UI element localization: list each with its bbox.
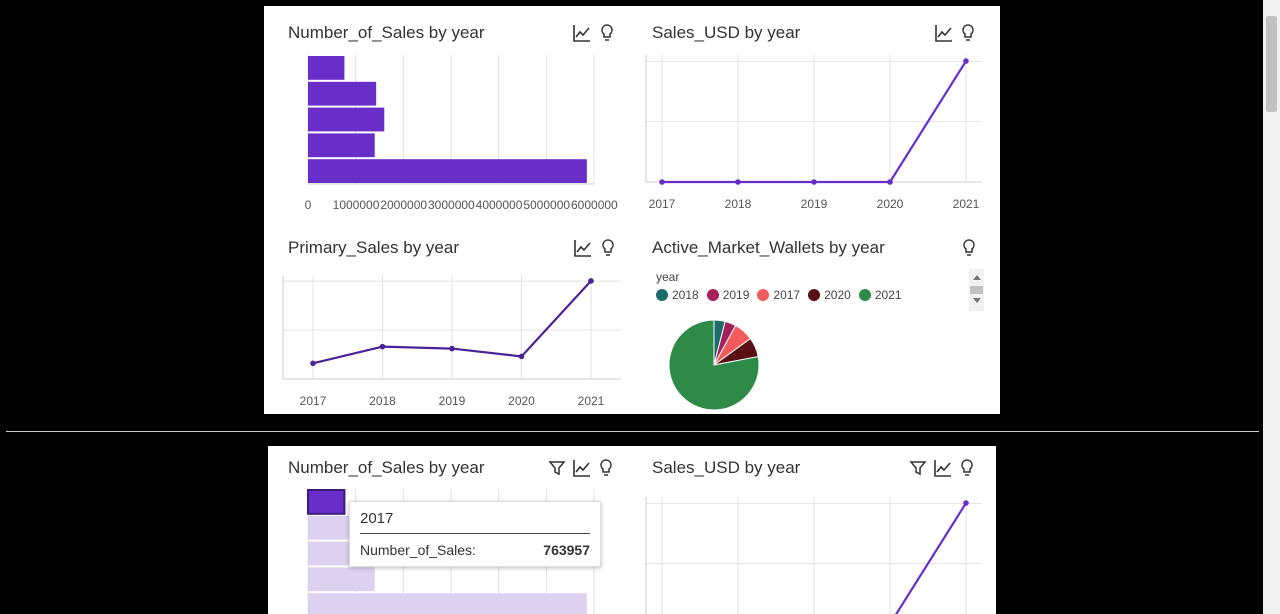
bar-2017	[307, 489, 346, 515]
data-point-2021	[588, 278, 594, 284]
bar-2019	[308, 107, 385, 132]
primary-sales-line-chart: 2017 2018 2019 2020 2021	[282, 276, 621, 408]
x-tick-label: 2019	[801, 197, 828, 211]
x-tick-label: 2018	[369, 394, 396, 408]
data-point-2020	[887, 179, 893, 185]
bar-2021	[308, 159, 587, 183]
x-tick-label: 2017	[649, 197, 676, 211]
data-point-2017	[659, 179, 665, 185]
tooltip-title: 2017	[360, 510, 590, 534]
page-scrollbar[interactable]	[1263, 0, 1280, 614]
x-tick-label: 0	[305, 198, 312, 212]
x-tick-label: 2021	[578, 394, 605, 408]
x-tick-label: 6000000	[571, 198, 618, 212]
x-tick-label: 2020	[508, 394, 535, 408]
x-tick-label: 2020	[877, 197, 904, 211]
data-point-2019	[449, 345, 455, 352]
number-of-sales-bar-chart: 0 1000000 2000000 3000000 4000000 5000000 6000…	[305, 55, 618, 212]
x-tick-label: 5000000	[523, 198, 570, 212]
data-point-2017	[310, 360, 316, 367]
data-point-2019	[811, 179, 817, 185]
tooltip-value: 763957	[543, 542, 590, 558]
tooltip-label: Number_of_Sales:	[360, 542, 476, 558]
bar-2020	[308, 567, 375, 592]
bar-2020	[308, 133, 375, 158]
data-point-2020	[518, 353, 525, 360]
bar-2018	[308, 81, 377, 106]
x-tick-label: 1000000	[333, 198, 380, 212]
x-tick-label: 2018	[725, 197, 752, 211]
bar-2021	[308, 593, 587, 614]
dashboard-panel-top: Number_of_Sales by year 0 1000000 2000000 3…	[264, 6, 1000, 414]
page-scrollbar-thumb[interactable]	[1266, 16, 1277, 112]
bar-tooltip: 2017 Number_of_Sales: 763957	[349, 501, 601, 567]
sales-usd-line-chart-bottom	[645, 497, 982, 614]
bar-2017	[308, 56, 345, 80]
x-tick-label: 4000000	[476, 198, 523, 212]
x-tick-label: 2021	[953, 197, 980, 211]
data-point-2018	[379, 343, 386, 350]
x-tick-label: 2019	[439, 394, 466, 408]
x-tick-label: 2000000	[380, 198, 427, 212]
data-point-2021	[963, 500, 969, 506]
data-point-2021	[963, 58, 969, 64]
data-point-2018	[735, 179, 741, 185]
x-tick-label: 2017	[300, 394, 327, 408]
active-market-wallets-pie-chart	[668, 319, 760, 411]
x-tick-label: 3000000	[428, 198, 475, 212]
dashboard-panel-bottom: Number_of_Sales by year Sales_USD by yea…	[268, 446, 996, 614]
section-divider	[6, 431, 1259, 432]
sales-usd-line-chart: 2017 2018 2019 2020 2021	[645, 55, 982, 211]
